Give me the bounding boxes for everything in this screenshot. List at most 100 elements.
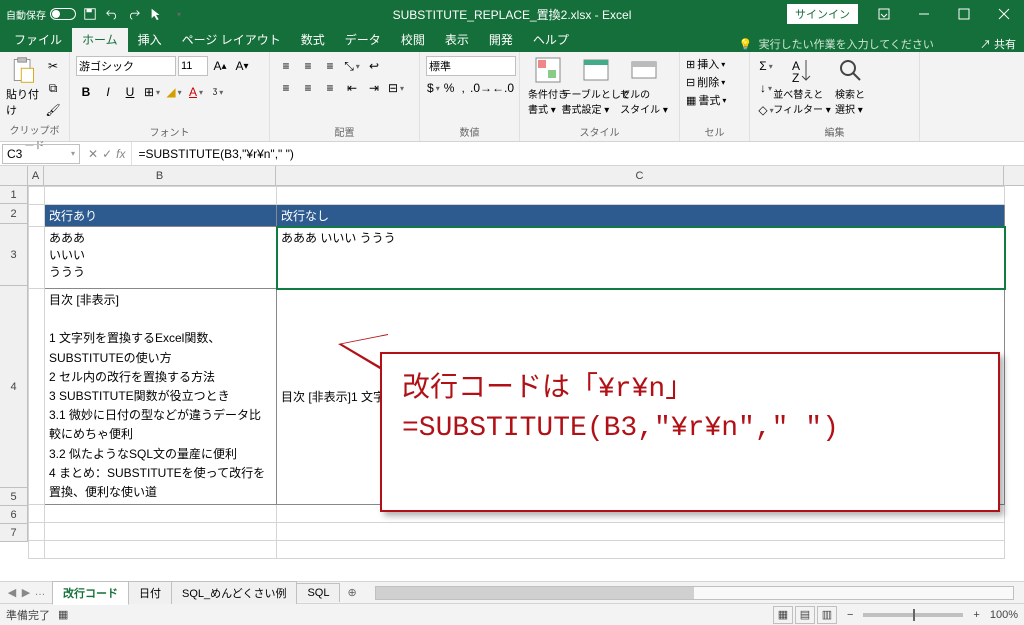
pointer-icon[interactable] [148,6,164,22]
qat-more-icon[interactable] [170,6,186,22]
zoom-slider[interactable] [863,613,963,617]
paste-button[interactable]: 貼り付け [6,56,39,118]
row-header-6[interactable]: 6 [0,506,28,524]
insert-cells-button[interactable]: ⊞挿入▾ [686,56,743,72]
cell-b6[interactable] [45,523,277,541]
copy-icon[interactable]: ⧉ [43,78,63,98]
autosave-toggle[interactable]: 自動保存 [6,7,76,22]
sort-filter-button[interactable]: AZ並べ替えと フィルター ▾ [780,56,824,116]
format-table-button[interactable]: テーブルとして 書式設定 ▾ [574,56,618,116]
align-left-icon[interactable]: ≡ [276,78,296,98]
cell-b3[interactable]: あああ いいい ううう [45,227,277,289]
macro-record-icon[interactable]: ▦ [58,608,68,621]
delete-cells-button[interactable]: ⊟削除▾ [686,74,743,90]
normal-view-icon[interactable]: ▦ [773,606,793,624]
tab-insert[interactable]: 挿入 [128,27,172,52]
font-name-combo[interactable]: 游ゴシック [76,56,176,76]
zoom-out-button[interactable]: − [847,609,853,621]
row-header-3[interactable]: 3 [0,224,28,286]
phonetic-button[interactable]: ᶾ [208,82,228,102]
undo-icon[interactable] [104,6,120,22]
col-header-a[interactable]: A [28,166,44,185]
tab-review[interactable]: 校閲 [391,27,435,52]
worksheet-grid[interactable]: A B C 1 2 3 4 5 6 7 改行あり改行なし あああ いいい ううう… [0,166,1024,581]
sheet-tab-3[interactable]: SQL_めんどくさい例 [171,581,297,604]
align-right-icon[interactable]: ≡ [320,78,340,98]
minimize-icon[interactable] [904,0,944,28]
cell-c7[interactable] [277,541,1005,559]
autosum-button[interactable]: Σ [756,56,776,76]
increase-font-icon[interactable]: A▴ [210,56,230,76]
wrap-text-button[interactable]: ↩ [364,56,384,76]
enter-formula-icon[interactable]: ✓ [102,147,112,161]
align-top-icon[interactable]: ≡ [276,56,296,76]
italic-button[interactable]: I [98,82,118,102]
decrease-font-icon[interactable]: A▾ [232,56,252,76]
tab-data[interactable]: データ [335,27,391,52]
comma-format-icon[interactable]: , [457,78,469,98]
cell-a6[interactable] [29,523,45,541]
cell-b7[interactable] [45,541,277,559]
cell-c6[interactable] [277,523,1005,541]
redo-icon[interactable] [126,6,142,22]
row-header-5[interactable]: 5 [0,488,28,506]
cell-b2[interactable]: 改行あり [45,205,277,227]
fill-color-button[interactable]: ◢ [164,82,184,102]
row-header-4[interactable]: 4 [0,286,28,488]
cell-b1[interactable] [45,187,277,205]
tab-view[interactable]: 表示 [435,27,479,52]
formula-input[interactable] [132,142,1024,165]
page-layout-view-icon[interactable]: ▤ [795,606,815,624]
cell-c1[interactable] [277,187,1005,205]
signin-button[interactable]: サインイン [787,4,858,24]
cell-a1[interactable] [29,187,45,205]
merge-button[interactable]: ⊟ [386,78,406,98]
orientation-icon[interactable]: ⤡ [342,56,362,76]
font-size-combo[interactable]: 11 [178,56,208,76]
cut-icon[interactable]: ✂ [43,56,63,76]
cell-styles-button[interactable]: セルの スタイル ▾ [622,56,666,116]
underline-button[interactable]: U [120,82,140,102]
sheet-tab-4[interactable]: SQL [296,583,340,602]
col-header-b[interactable]: B [44,166,276,185]
font-color-button[interactable]: A [186,82,206,102]
maximize-icon[interactable] [944,0,984,28]
tab-developer[interactable]: 開発 [479,27,523,52]
bold-button[interactable]: B [76,82,96,102]
ribbon-options-icon[interactable] [864,0,904,28]
cancel-formula-icon[interactable]: ✕ [88,147,98,161]
cell-a2[interactable] [29,205,45,227]
cell-b4[interactable]: 目次 [非表示] 1 文字列を置換するExcel関数、SUBSTITUTEの使い… [45,289,277,505]
tab-home[interactable]: ホーム [72,27,128,52]
align-center-icon[interactable]: ≡ [298,78,318,98]
decrease-decimal-icon[interactable]: ←.0 [493,78,513,98]
col-header-c[interactable]: C [276,166,1004,185]
tab-nav[interactable]: ◀▶… [0,586,52,599]
save-icon[interactable] [82,6,98,22]
border-button[interactable]: ⊞ [142,82,162,102]
add-sheet-button[interactable]: ⊕ [339,586,364,599]
fx-icon[interactable]: fx [116,147,125,161]
row-header-2[interactable]: 2 [0,204,28,224]
row-header-1[interactable]: 1 [0,186,28,204]
tab-formulas[interactable]: 数式 [291,27,335,52]
percent-format-icon[interactable]: % [443,78,456,98]
tab-file[interactable]: ファイル [4,27,72,52]
row-header-7[interactable]: 7 [0,524,28,542]
page-break-view-icon[interactable]: ▥ [817,606,837,624]
align-bottom-icon[interactable]: ≡ [320,56,340,76]
cell-b5[interactable] [45,505,277,523]
accounting-format-icon[interactable]: $ [426,78,441,98]
indent-decrease-icon[interactable]: ⇤ [342,78,362,98]
sheet-tab-1[interactable]: 改行コード [52,581,129,605]
tab-layout[interactable]: ページ レイアウト [172,27,291,52]
cell-c3[interactable]: あああ いいい ううう [277,227,1005,289]
sheet-tab-2[interactable]: 日付 [128,581,172,604]
zoom-level[interactable]: 100% [990,609,1018,621]
number-format-combo[interactable]: 標準 [426,56,516,76]
find-select-button[interactable]: 検索と 選択 ▾ [828,56,872,116]
format-cells-button[interactable]: ▦書式▾ [686,92,743,108]
indent-increase-icon[interactable]: ⇥ [364,78,384,98]
share-button[interactable]: ↗ 共有 [980,36,1016,52]
format-painter-icon[interactable]: 🖌 [43,100,63,120]
